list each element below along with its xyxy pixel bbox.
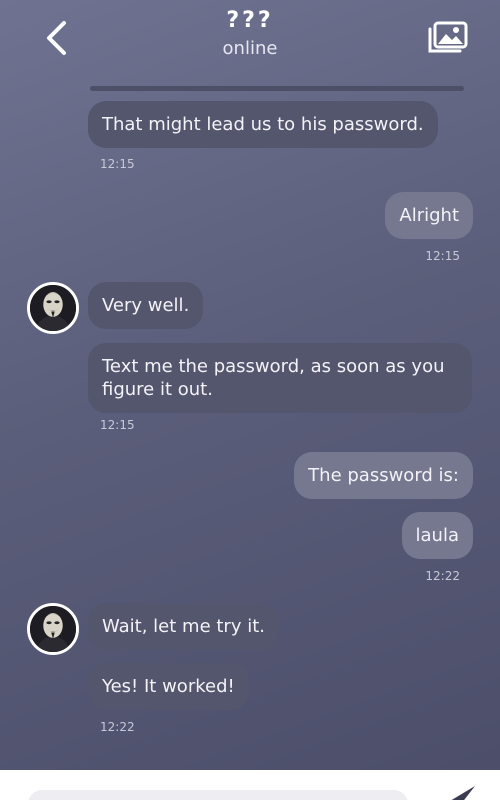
mask-avatar-icon (30, 285, 76, 331)
gallery-icon (428, 21, 468, 53)
message-bubble: Wait, let me try it. (88, 603, 279, 650)
avatar[interactable] (27, 282, 79, 334)
message-text: Wait, let me try it. (102, 616, 265, 637)
gallery-button[interactable] (424, 18, 470, 58)
message-bubble: Text me the password, as soon as you fig… (88, 343, 472, 413)
message-text: That might lead us to his password. (102, 114, 424, 135)
message-time: 12:15 (100, 157, 135, 171)
message-bubble-outgoing: Alright (385, 192, 473, 239)
mask-avatar-icon (30, 606, 76, 652)
message-composer (0, 770, 500, 800)
clipped-message-edge (90, 86, 464, 91)
message-text: laula (415, 525, 459, 546)
message-bubble: Yes! It worked! (88, 663, 249, 710)
chat-header: ??? online (0, 0, 500, 80)
message-text: The password is: (308, 465, 459, 486)
send-button[interactable] (440, 784, 480, 800)
message-bubble-outgoing: The password is: (294, 452, 473, 499)
message-bubble-outgoing: laula (401, 512, 473, 559)
message-input[interactable] (28, 790, 408, 800)
message-time: 12:22 (425, 569, 460, 583)
send-icon (451, 786, 475, 800)
message-bubble: That might lead us to his password. (88, 101, 438, 148)
message-text: Yes! It worked! (102, 676, 235, 697)
message-text: Very well. (102, 295, 190, 316)
message-time: 12:15 (100, 418, 135, 432)
message-text: Text me the password, as soon as you fig… (102, 356, 445, 400)
message-time: 12:15 (425, 249, 460, 263)
message-text: Alright (399, 205, 459, 226)
message-bubble: Very well. (88, 282, 204, 329)
avatar[interactable] (27, 603, 79, 655)
message-time: 12:22 (100, 720, 135, 734)
